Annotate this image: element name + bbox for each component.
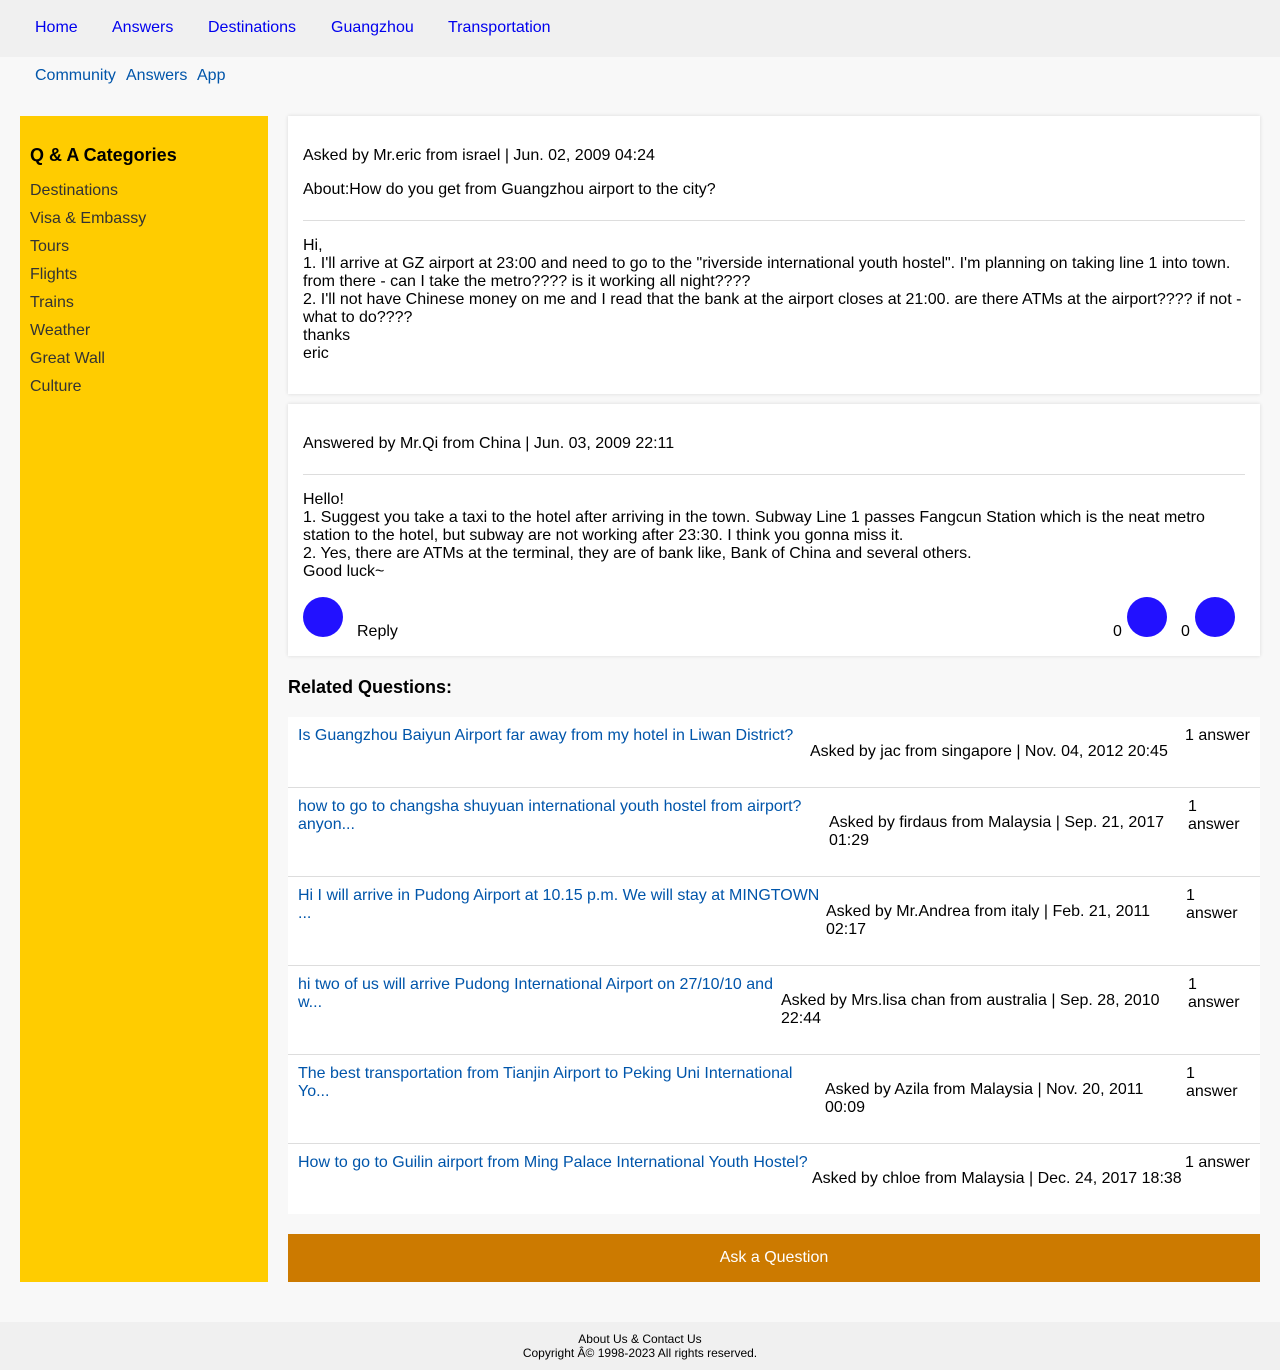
list-item: How to go to Guilin airport from Ming Pa… (288, 1144, 1260, 1214)
related-questions-title: Related Questions: (288, 677, 453, 697)
related-question-asked: Asked by firdaus from Malaysia | Sep. 21… (829, 814, 1164, 849)
nav-answers-link[interactable]: Answers (112, 19, 173, 37)
answer-card: Answered by Mr.Qi from China | Jun. 03, … (288, 404, 1260, 656)
answer-divider (303, 474, 1245, 475)
question-divider (303, 220, 1245, 221)
related-question-link[interactable]: How to go to Guilin airport from Ming Pa… (298, 1154, 818, 1172)
related-question-link[interactable]: The best transportation from Tianjin Air… (298, 1065, 818, 1101)
upvote-icon[interactable] (1127, 597, 1167, 637)
sidebar-item-visa-embassy[interactable]: Visa & Embassy (30, 210, 146, 228)
subnav-app-link[interactable]: App (197, 67, 225, 85)
question-line: 2. I'll not have Chinese money on me and… (303, 291, 1242, 326)
question-meta: Asked by Mr.eric from israel | Jun. 02, … (303, 147, 655, 164)
related-question-asked: Asked by Azila from Malaysia | Nov. 20, … (825, 1081, 1144, 1116)
related-question-asked: Asked by jac from singapore | Nov. 04, 2… (810, 743, 1168, 760)
sidebar-item-culture[interactable]: Culture (30, 378, 82, 396)
related-question-asked: Asked by Mrs.lisa chan from australia | … (781, 992, 1160, 1027)
sidebar-item-trains[interactable]: Trains (30, 294, 74, 312)
subnav-community-link[interactable]: Community (35, 67, 116, 85)
nav-destinations-link[interactable]: Destinations (208, 19, 296, 37)
related-question-link[interactable]: hi two of us will arrive Pudong Internat… (298, 976, 783, 1012)
related-question-link[interactable]: how to go to changsha shuyuan internatio… (298, 798, 818, 834)
avatar[interactable] (303, 597, 343, 637)
answer-meta: Answered by Mr.Qi from China | Jun. 03, … (303, 435, 675, 452)
question-about: About:How do you get from Guangzhou airp… (303, 181, 716, 198)
sidebar-item-weather[interactable]: Weather (30, 322, 90, 340)
answer-line: 1. Suggest you take a taxi to the hotel … (303, 509, 1205, 544)
related-question-answers: 1 answer (1188, 798, 1240, 833)
downvote-count: 0 (1181, 623, 1190, 640)
question-line: thanks (303, 327, 351, 344)
related-question-answers: 1 answer (1188, 976, 1240, 1011)
list-item: The best transportation from Tianjin Air… (288, 1055, 1260, 1144)
related-question-answers: 1 answer (1185, 1154, 1250, 1171)
related-question-answers: 1 answer (1186, 1065, 1238, 1100)
subnav-answers-link[interactable]: Answers (126, 67, 187, 85)
answer-line: Good luck~ (303, 563, 385, 580)
question-body: Hi, 1. I'll arrive at GZ airport at 23:0… (303, 237, 1248, 363)
list-item: Hi I will arrive in Pudong Airport at 10… (288, 877, 1260, 966)
related-question-asked: Asked by chloe from Malaysia | Dec. 24, … (812, 1170, 1182, 1187)
top-navigation: Home Answers Destinations Guangzhou Tran… (0, 0, 1280, 57)
related-question-answers: 1 answer (1186, 887, 1238, 922)
answer-line: 2. Yes, there are ATMs at the terminal, … (303, 545, 972, 562)
sidebar-item-flights[interactable]: Flights (30, 266, 77, 284)
categories-sidebar: Q & A Categories Destinations Visa & Emb… (20, 116, 268, 1282)
nav-home-link[interactable]: Home (35, 19, 78, 37)
sidebar-item-tours[interactable]: Tours (30, 238, 69, 256)
nav-guangzhou-link[interactable]: Guangzhou (331, 19, 414, 37)
list-item: Is Guangzhou Baiyun Airport far away fro… (288, 717, 1260, 788)
related-question-answers: 1 answer (1185, 727, 1250, 744)
answer-body: Hello! 1. Suggest you take a taxi to the… (303, 491, 1248, 581)
related-question-link[interactable]: Is Guangzhou Baiyun Airport far away fro… (298, 727, 808, 745)
ask-question-button[interactable]: Ask a Question (288, 1234, 1260, 1282)
sidebar-item-destinations[interactable]: Destinations (30, 182, 118, 200)
question-line: eric (303, 345, 329, 362)
list-item: hi two of us will arrive Pudong Internat… (288, 966, 1260, 1055)
question-line: 1. I'll arrive at GZ airport at 23:00 an… (303, 255, 1231, 290)
footer: About Us & Contact Us Copyright Â© 1998-… (0, 1322, 1280, 1370)
nav-transportation-link[interactable]: Transportation (448, 19, 551, 37)
reply-button[interactable]: Reply (357, 623, 398, 641)
footer-links[interactable]: About Us & Contact Us (0, 1332, 1280, 1346)
upvote-count: 0 (1113, 623, 1122, 640)
answer-line: Hello! (303, 491, 344, 508)
sidebar-item-great-wall[interactable]: Great Wall (30, 350, 105, 368)
question-line: Hi, (303, 237, 323, 254)
related-question-link[interactable]: Hi I will arrive in Pudong Airport at 10… (298, 887, 826, 923)
downvote-icon[interactable] (1195, 597, 1235, 637)
footer-copyright: Copyright Â© 1998-2023 All rights reserv… (522, 1346, 758, 1360)
related-question-asked: Asked by Mr.Andrea from italy | Feb. 21,… (826, 903, 1151, 938)
sidebar-title: Q & A Categories (30, 145, 177, 165)
list-item: how to go to changsha shuyuan internatio… (288, 788, 1260, 877)
question-card: Asked by Mr.eric from israel | Jun. 02, … (288, 116, 1260, 394)
